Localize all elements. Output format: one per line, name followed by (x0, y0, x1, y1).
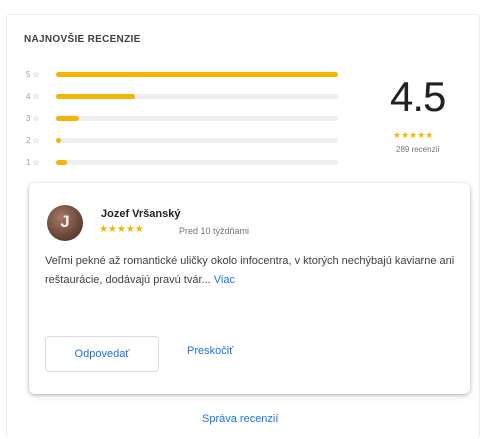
reviewer-name: Jozef Vršanský (101, 208, 181, 220)
rating-bar-track (56, 71, 338, 77)
review-body: Veľmi pekné až romantické uličky okolo i… (45, 255, 455, 286)
rating-label: 4 ☆ (26, 91, 40, 101)
rating-label: 1 ☆ (26, 157, 40, 167)
review-date: Pred 10 týždňami (179, 226, 250, 236)
reply-button[interactable]: Odpovedať (45, 336, 159, 372)
rating-distribution: 5 ☆ 4 ☆ 3 ☆ 2 ☆ 1 ☆ (26, 68, 340, 178)
avatar: J (47, 205, 83, 241)
rating-bar-track (56, 137, 338, 143)
avatar-letter: J (60, 212, 70, 231)
rating-bar-fill (56, 71, 338, 77)
average-rating: 4.5 (390, 73, 446, 120)
review-count: 289 recenzií (396, 145, 440, 154)
rating-label: 2 ☆ (26, 135, 40, 145)
rating-bar-fill (56, 115, 79, 121)
review-stars-icon: ★★★★★ (99, 224, 144, 235)
review-card: J Jozef Vršanský ★★★★★ Pred 10 týždňami … (29, 183, 470, 394)
rating-row-4: 4 ☆ (26, 90, 340, 102)
rating-bar-track (56, 115, 338, 121)
review-text: Veľmi pekné až romantické uličky okolo i… (45, 252, 455, 290)
manage-reviews-link[interactable]: Správa recenzií (202, 413, 278, 425)
average-stars-icon: ★★★★★ (393, 130, 434, 140)
rating-row-5: 5 ☆ (26, 68, 340, 80)
rating-row-2: 2 ☆ (26, 134, 340, 146)
rating-bar-fill (56, 93, 135, 99)
skip-button[interactable]: Preskočiť (187, 345, 233, 357)
rating-label: 5 ☆ (26, 69, 40, 79)
rating-bar-fill (56, 137, 61, 143)
rating-bar-track (56, 93, 338, 99)
rating-row-1: 1 ☆ (26, 156, 340, 168)
rating-bar-track (56, 159, 338, 165)
more-link[interactable]: Viac (214, 274, 235, 286)
rating-bar-fill (56, 159, 68, 165)
section-title: NAJNOVŠIE RECENZIE (24, 34, 141, 45)
rating-label: 3 ☆ (26, 113, 40, 123)
rating-row-3: 3 ☆ (26, 112, 340, 124)
